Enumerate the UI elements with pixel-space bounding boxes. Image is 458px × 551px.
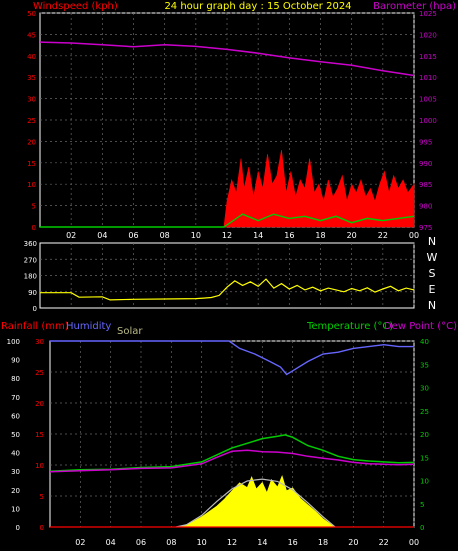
- baro-tick-label: 1010: [419, 74, 437, 82]
- x-tick-label-top: 10: [191, 231, 201, 240]
- x-tick-label-top: 18: [315, 231, 325, 240]
- x-tick-label-bottom: 22: [379, 538, 389, 547]
- x-tick-label-bottom: 14: [257, 538, 267, 547]
- rainfall-tick-label: 10: [35, 462, 44, 470]
- direction-tick-label: 0: [33, 305, 37, 313]
- wind-tick-label: 45: [27, 31, 36, 39]
- solar-area: [175, 475, 337, 528]
- baro-tick-label: 975: [419, 224, 432, 232]
- temperature-tick-label: 15: [420, 454, 429, 462]
- x-tick-label-top: 22: [378, 231, 388, 240]
- x-tick-label-bottom: 10: [197, 538, 207, 547]
- humidity-tick-label: 20: [11, 487, 20, 495]
- compass-label: N: [428, 299, 436, 312]
- compass-label: W: [427, 251, 438, 264]
- compass-label: S: [429, 267, 436, 280]
- x-tick-label-top: 12: [222, 231, 232, 240]
- temperature-tick-label: 5: [420, 501, 424, 509]
- x-tick-label-top: 16: [284, 231, 294, 240]
- wind-tick-label: 10: [27, 181, 36, 189]
- wind-tick-label: 30: [27, 96, 36, 104]
- humidity-tick-label: 40: [11, 450, 20, 458]
- x-tick-label-bottom: 06: [136, 538, 146, 547]
- rainfall-tick-label: 30: [35, 338, 44, 346]
- wind-tick-label: 50: [27, 10, 36, 18]
- humidity-tick-label: 50: [11, 431, 20, 439]
- direction-tick-label: 90: [28, 289, 37, 297]
- humidity-tick-label: 30: [11, 468, 20, 476]
- rainfall-tick-label: 15: [35, 431, 44, 439]
- humidity-tick-label: 90: [11, 357, 20, 365]
- x-tick-label-bottom: 16: [288, 538, 298, 547]
- direction-tick-label: 360: [24, 240, 37, 248]
- direction-tick-label: 180: [24, 273, 37, 281]
- baro-tick-label: 1020: [419, 31, 437, 39]
- humidity-axis-label: Humidity: [66, 321, 111, 332]
- temperature-tick-label: 0: [420, 524, 424, 532]
- dewpoint-axis-label: Dew Point (°C): [384, 321, 457, 332]
- x-tick-label-bottom: 02: [75, 538, 85, 547]
- x-tick-label-top: 14: [253, 231, 263, 240]
- chart-title: 24 hour graph day : 15 October 2024: [164, 1, 351, 12]
- baro-tick-label: 1005: [419, 96, 437, 104]
- rainfall-tick-label: 0: [40, 524, 44, 532]
- temperature-tick-label: 20: [420, 431, 429, 439]
- wind-tick-label: 25: [27, 117, 36, 125]
- x-tick-label-bottom: 18: [318, 538, 328, 547]
- rainfall-tick-label: 20: [35, 400, 44, 408]
- windspeed-axis-label: Windspeed (kph): [33, 1, 118, 12]
- barometer-axis-label: Barometer (hpa): [373, 1, 456, 12]
- temperature-axis-label: Temperature (°C): [306, 321, 393, 332]
- x-tick-label-top: 04: [97, 231, 107, 240]
- x-tick-label-top: 02: [66, 231, 76, 240]
- humidity-tick-label: 80: [11, 375, 20, 383]
- compass-label: E: [429, 283, 436, 296]
- wind-tick-label: 5: [32, 203, 36, 211]
- wind-tick-label: 0: [32, 224, 36, 232]
- direction-tick-label: 270: [24, 256, 37, 264]
- x-tick-label-bottom: 04: [106, 538, 116, 547]
- temperature-tick-label: 30: [420, 385, 429, 393]
- temperature-line: [49, 434, 415, 472]
- x-tick-label-top: 08: [160, 231, 170, 240]
- temperature-tick-label: 35: [420, 361, 429, 369]
- humidity-tick-label: 60: [11, 412, 20, 420]
- temperature-tick-label: 10: [420, 478, 429, 486]
- compass-label: N: [428, 235, 436, 248]
- humidity-tick-label: 0: [16, 524, 20, 532]
- x-tick-label-bottom: 00: [409, 538, 419, 547]
- x-tick-label-bottom: 12: [227, 538, 237, 547]
- baro-tick-label: 1015: [419, 53, 437, 61]
- baro-tick-label: 985: [419, 181, 432, 189]
- baro-tick-label: 990: [419, 160, 432, 168]
- baro-tick-label: 995: [419, 138, 432, 146]
- baro-tick-label: 1000: [419, 117, 437, 125]
- x-tick-label-top: 20: [347, 231, 357, 240]
- x-tick-label-top: 06: [128, 231, 138, 240]
- wind-tick-label: 40: [27, 53, 36, 61]
- x-tick-label-bottom: 08: [166, 538, 176, 547]
- rainfall-axis-label: Rainfall (mm): [1, 321, 69, 332]
- solar-label: Solar: [117, 326, 143, 337]
- wind-tick-label: 15: [27, 160, 36, 168]
- temperature-tick-label: 40: [420, 338, 429, 346]
- humidity-tick-label: 100: [7, 338, 20, 346]
- wind-tick-label: 35: [27, 74, 36, 82]
- x-tick-label-bottom: 20: [348, 538, 358, 547]
- humidity-tick-label: 70: [11, 394, 20, 402]
- temperature-tick-label: 25: [420, 408, 429, 416]
- wind-tick-label: 20: [27, 138, 36, 146]
- weather-graph-canvas: Windspeed (kph) 24 hour graph day : 15 O…: [1, 1, 457, 547]
- x-tick-label-top: 00: [409, 231, 419, 240]
- rainfall-tick-label: 25: [35, 369, 44, 377]
- humidity-tick-label: 10: [11, 505, 20, 513]
- rainfall-tick-label: 5: [40, 493, 44, 501]
- baro-tick-label: 980: [419, 203, 432, 211]
- baro-tick-label: 1025: [419, 10, 437, 18]
